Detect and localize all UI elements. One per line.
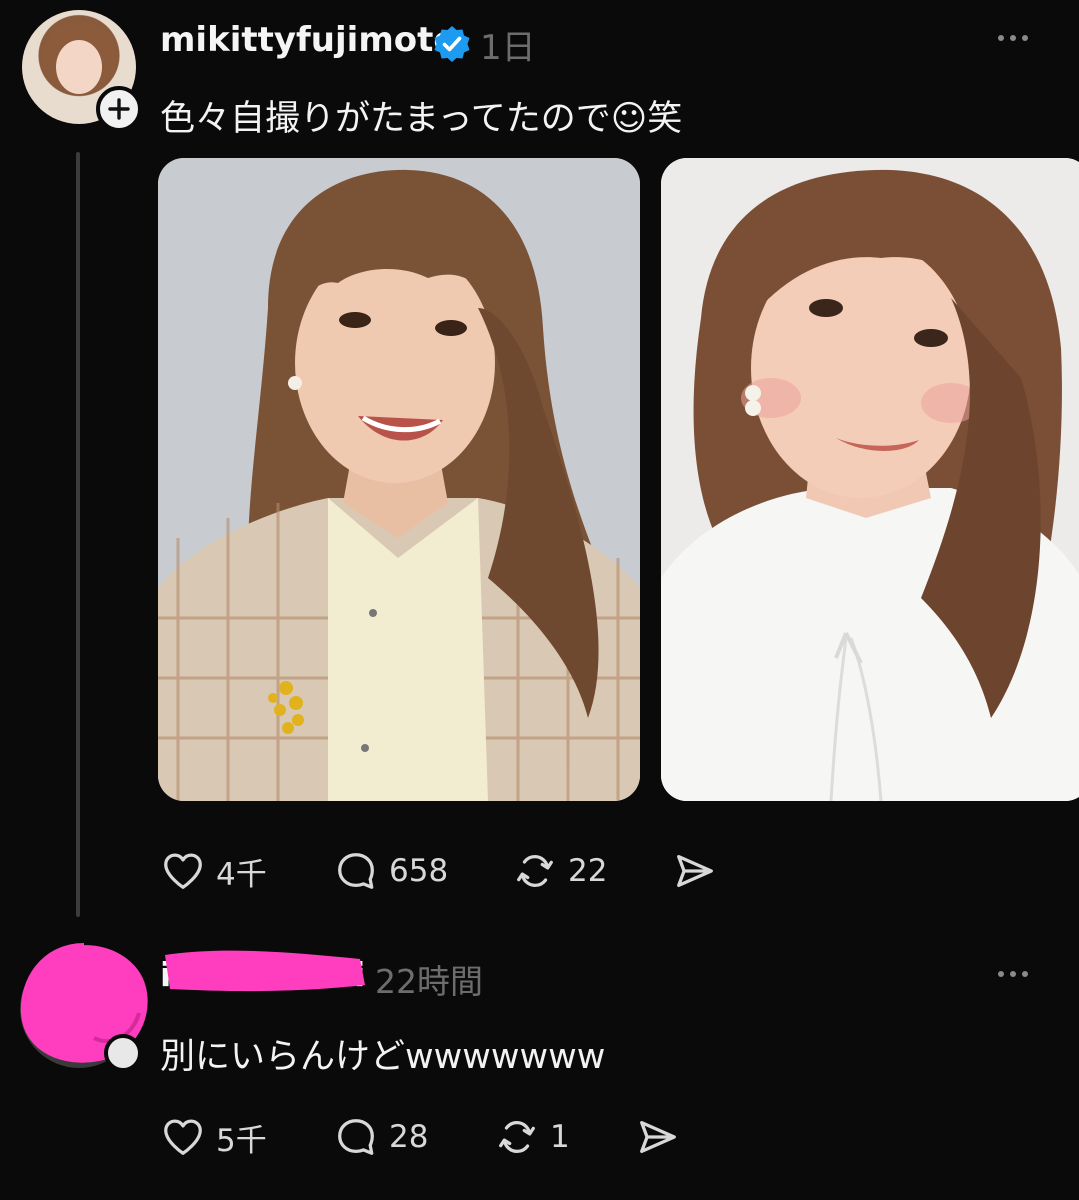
reply-timestamp: 22時間	[375, 962, 483, 1001]
share-icon	[640, 1120, 676, 1154]
post-more-icon[interactable]	[998, 28, 1042, 48]
reply-reply-button[interactable]: 28	[333, 1114, 428, 1160]
repost-count: 22	[568, 853, 608, 889]
post-timestamp: 1日	[480, 28, 536, 68]
thread-line	[76, 152, 80, 917]
reply-text: 別にいらんけどwwwwwww	[160, 1037, 606, 1077]
like-button[interactable]: 4千	[160, 848, 267, 894]
heart-icon	[164, 853, 202, 889]
reply-count: 658	[389, 853, 449, 889]
reply-like-count: 5千	[216, 1122, 267, 1159]
username-redaction	[165, 950, 365, 992]
repost-icon	[499, 1120, 535, 1154]
post-photo-1[interactable]	[158, 158, 640, 801]
reply-button[interactable]: 658	[333, 848, 448, 894]
share-icon	[677, 854, 713, 888]
reply-share-button[interactable]	[635, 1114, 681, 1160]
follow-plus-icon-reply[interactable]	[104, 1034, 142, 1072]
reply-icon	[338, 853, 374, 889]
reply-icon	[338, 1119, 374, 1155]
reply-more-icon[interactable]	[998, 964, 1042, 984]
reply-like-button[interactable]: 5千	[160, 1114, 267, 1160]
post-author-username[interactable]: mikittyfujimoto	[160, 20, 457, 60]
follow-plus-icon[interactable]	[96, 86, 142, 132]
share-button[interactable]	[672, 848, 718, 894]
post-photo-2[interactable]	[661, 158, 1079, 801]
heart-icon	[164, 1119, 202, 1155]
repost-icon	[517, 854, 553, 888]
reply-repost-button[interactable]: 1	[494, 1114, 570, 1160]
reply-repost-count: 1	[550, 1119, 570, 1155]
reply-reply-count: 28	[389, 1119, 429, 1155]
repost-button[interactable]: 22	[512, 848, 607, 894]
like-count: 4千	[216, 856, 267, 893]
verified-badge-icon	[434, 26, 470, 62]
post-text: 色々自撮りがたまってたので☺笑	[160, 99, 683, 139]
